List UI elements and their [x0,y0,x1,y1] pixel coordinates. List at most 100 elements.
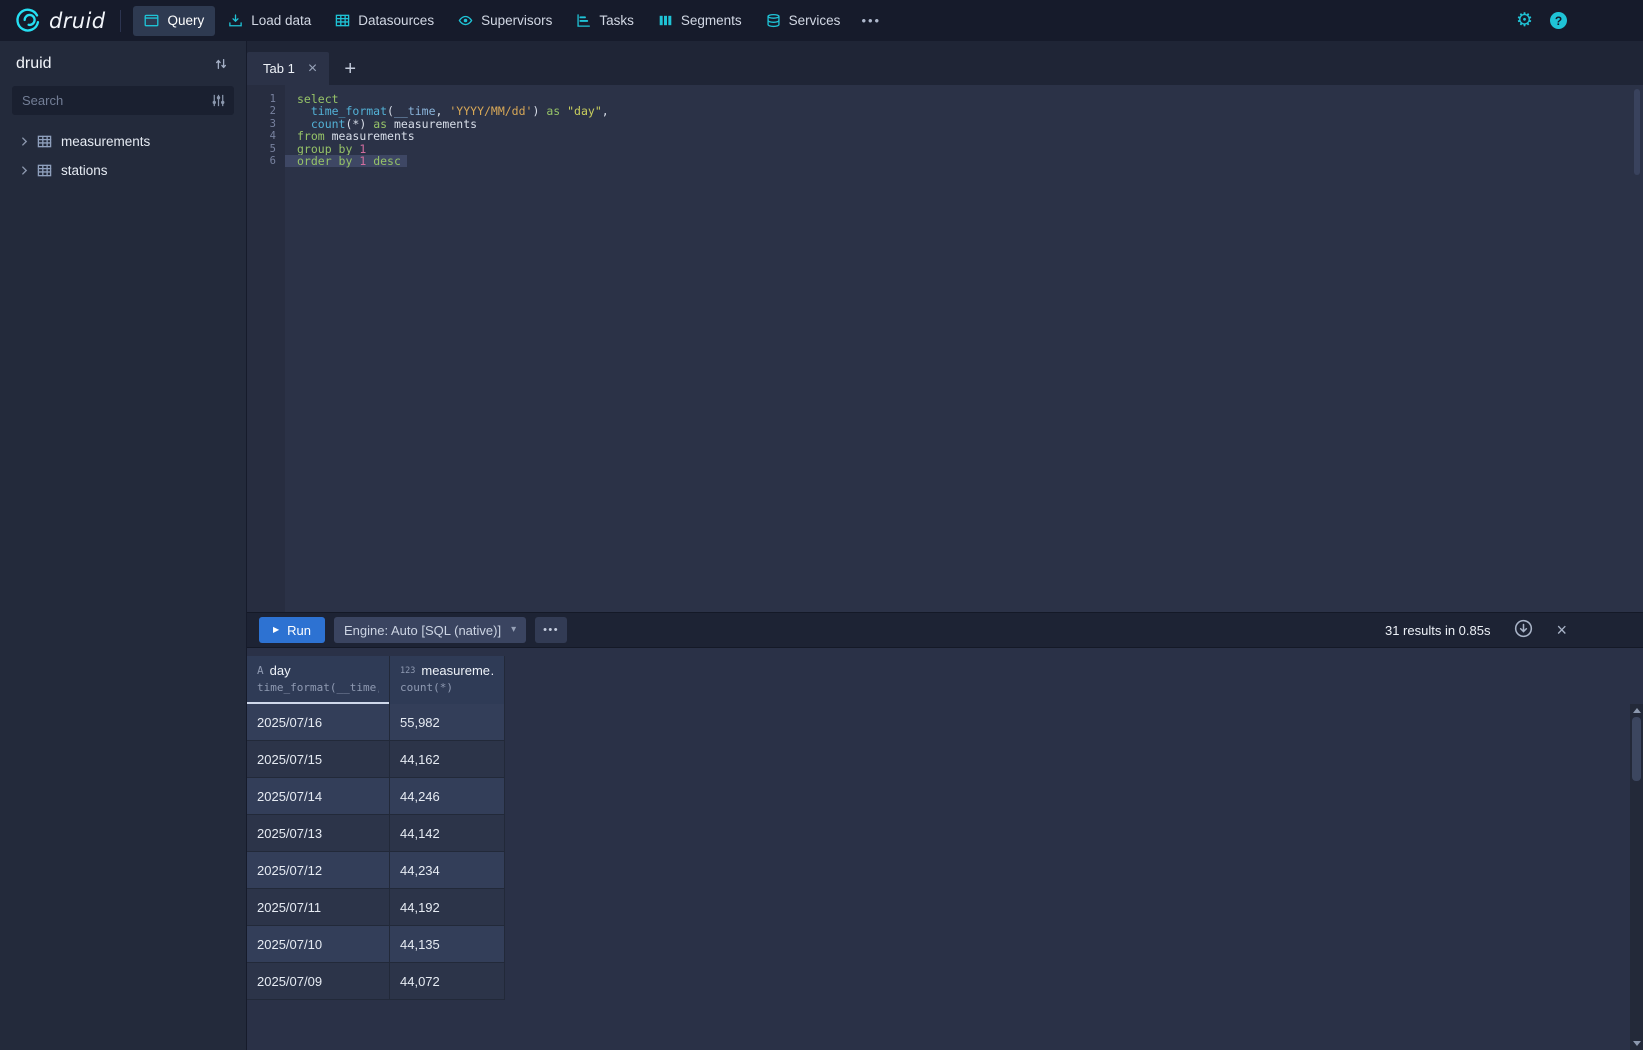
table-cell[interactable]: 2025/07/13 [247,815,390,852]
line-number: 4 [247,130,285,142]
column-type-icon: A [257,664,264,677]
gear-icon[interactable]: ⚙ [1516,11,1533,30]
services-icon [766,13,781,28]
line-number: 1 [247,93,285,105]
results-body: 2025/07/1655,9822025/07/1544,1622025/07/… [247,704,1643,1000]
column-header-measureme-[interactable]: 123measureme…count(*) [390,656,505,704]
table-icon [37,163,52,178]
datasource-label: stations [61,163,108,178]
chevron-right-icon[interactable] [16,136,32,147]
nav-item-supervisors[interactable]: Supervisors [447,6,563,36]
column-type-icon: 123 [400,666,415,676]
datasources-icon [335,13,350,28]
results-header: Aday time_format(__time,… 123measureme…cou… [247,656,1643,704]
engine-label: Engine: Auto [SQL (native)] [344,623,501,638]
editor-lines: 1select2 time_format(__time, 'YYYY/MM/dd… [247,85,1643,167]
nav-item-label: Tasks [599,13,634,28]
line-number: 3 [247,118,285,130]
table-cell[interactable]: 44,072 [390,963,505,1000]
editor-line[interactable]: 4from measurements [247,130,1643,142]
table-cell[interactable]: 44,162 [390,741,505,778]
table-cell[interactable]: 55,982 [390,704,505,741]
query-icon [144,13,159,28]
table-row: 2025/07/1244,234 [247,852,1643,889]
table-row: 2025/07/1444,246 [247,778,1643,815]
nav-item-label: Segments [681,13,742,28]
column-name: day [270,663,291,678]
table-icon [37,134,52,149]
nav-item-tasks[interactable]: Tasks [565,6,645,36]
datasource-label: measurements [61,134,150,149]
table-cell[interactable]: 2025/07/15 [247,741,390,778]
content: druid [0,41,1643,1050]
results-panel: Aday time_format(__time,… 123measureme…cou… [247,648,1643,1050]
add-tab-button[interactable]: + [329,52,371,85]
tasks-icon [576,13,591,28]
editor-scrollbar[interactable] [1634,89,1640,175]
nav-item-label: Services [789,13,841,28]
plus-icon: + [344,58,356,80]
nav-item-segments[interactable]: Segments [647,6,753,36]
segments-icon [658,13,673,28]
query-more-button[interactable]: ••• [535,617,567,643]
table-cell[interactable]: 44,192 [390,889,505,926]
chevron-right-icon[interactable] [16,165,32,176]
column-header-day[interactable]: Aday time_format(__time,… [247,656,390,704]
editor-line[interactable]: 5group by 1 [247,143,1643,155]
table-cell[interactable]: 44,234 [390,852,505,889]
sidebar-item-measurements[interactable]: measurements [12,127,234,156]
run-bar: ▶ Run Engine: Auto [SQL (native)] ▾ ••• … [247,612,1643,648]
results-scrollbar[interactable] [1630,704,1643,1050]
table-cell[interactable]: 2025/07/12 [247,852,390,889]
table-row: 2025/07/1655,982 [247,704,1643,741]
sort-toggle-icon[interactable] [214,57,228,71]
search-input[interactable] [20,92,205,109]
nav-item-label: Datasources [358,13,434,28]
table-cell[interactable]: 2025/07/11 [247,889,390,926]
nav-more-button[interactable]: ••• [851,6,891,36]
table-cell[interactable]: 44,246 [390,778,505,815]
scrollbar-thumb[interactable] [1632,717,1641,781]
nav-item-load-data[interactable]: Load data [217,6,322,36]
close-tab-icon[interactable]: × [308,61,317,77]
nav-item-services[interactable]: Services [755,6,852,36]
close-results-button[interactable]: × [1556,621,1567,639]
scroll-down-icon[interactable] [1633,1041,1641,1046]
query-tab[interactable]: Tab 1 × [247,52,329,85]
run-label: Run [287,623,311,638]
close-icon: × [1556,620,1567,640]
line-number: 2 [247,105,285,117]
table-cell[interactable]: 44,135 [390,926,505,963]
engine-select[interactable]: Engine: Auto [SQL (native)] ▾ [334,617,526,643]
table-row: 2025/07/0944,072 [247,963,1643,1000]
brand[interactable]: druid [14,7,105,34]
column-title: 123measureme… [400,663,494,678]
sql-editor[interactable]: 1select2 time_format(__time, 'YYYY/MM/dd… [247,85,1643,612]
filter-sliders-icon[interactable] [211,93,226,108]
run-button[interactable]: ▶ Run [259,617,325,643]
line-number: 6 [247,155,285,167]
top-nav-bar: druid Query Load data Datasources Superviso… [0,0,1643,41]
column-expression: time_format(__time,… [257,681,379,694]
download-results-button[interactable] [1514,619,1533,641]
table-row: 2025/07/1344,142 [247,815,1643,852]
nav-item-label: Supervisors [481,13,552,28]
table-cell[interactable]: 44,142 [390,815,505,852]
editor-line[interactable]: 6order by 1 desc [247,155,1643,167]
top-nav: Query Load data Datasources Supervisors Task… [133,6,851,36]
druid-logo-icon [14,7,41,34]
nav-item-datasources[interactable]: Datasources [324,6,445,36]
tab-label: Tab 1 [263,61,295,76]
load-data-icon [228,13,243,28]
editor-line[interactable]: 3 count(*) as measurements [247,118,1643,130]
table-cell[interactable]: 2025/07/09 [247,963,390,1000]
nav-item-query[interactable]: Query [133,6,215,36]
table-cell[interactable]: 2025/07/14 [247,778,390,815]
scroll-up-icon[interactable] [1633,708,1641,713]
table-cell[interactable]: 2025/07/16 [247,704,390,741]
sidebar-item-stations[interactable]: stations [12,156,234,185]
search-box [12,86,234,115]
table-cell[interactable]: 2025/07/10 [247,926,390,963]
nav-item-label: Query [167,13,204,28]
help-icon[interactable]: ? [1550,12,1567,29]
